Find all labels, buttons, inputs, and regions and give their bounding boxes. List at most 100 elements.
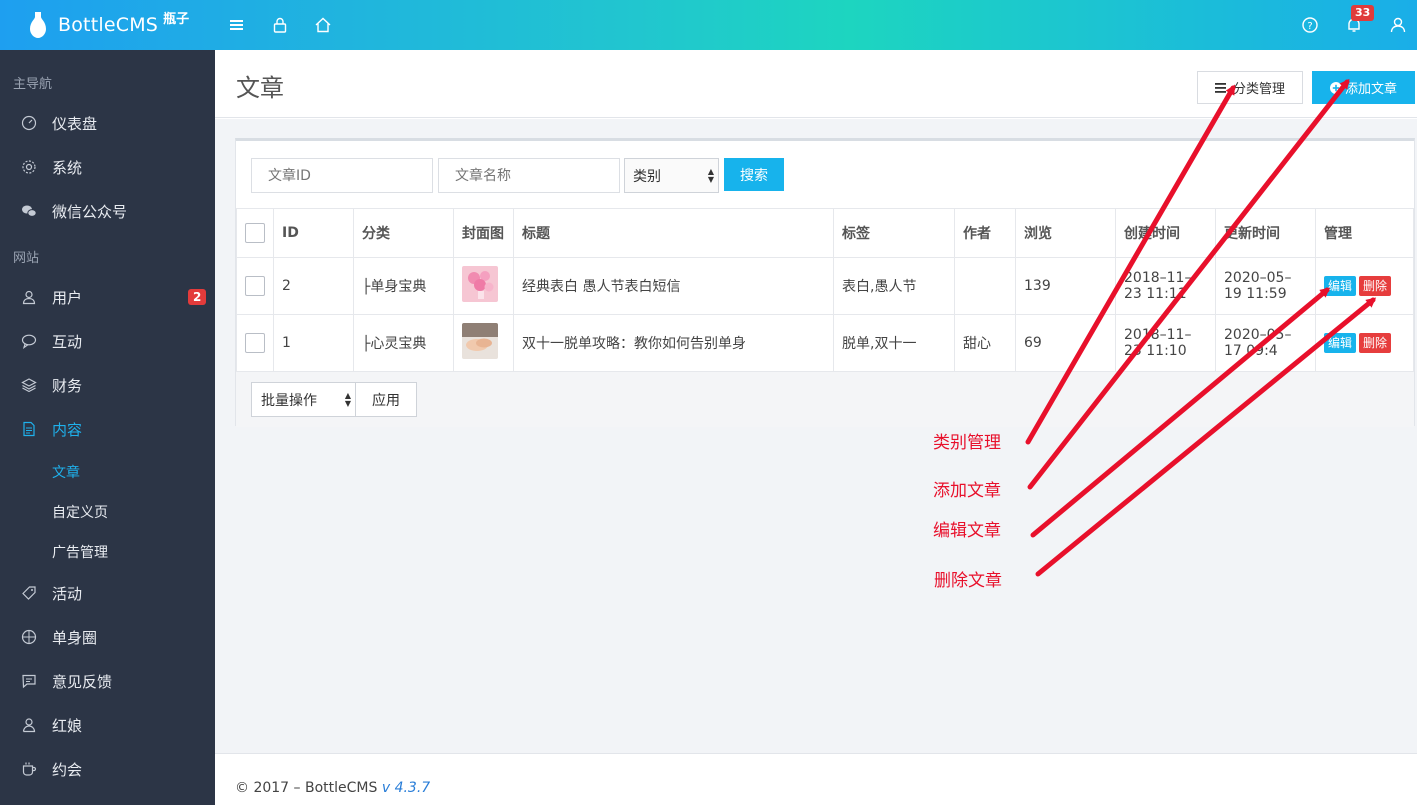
top-navbar: BottleCMS 瓶子 ? 33	[0, 0, 1417, 50]
row-checkbox[interactable]	[245, 333, 265, 353]
sidebar-item-system[interactable]: 系统	[0, 145, 215, 189]
header-title[interactable]: 标题	[513, 208, 834, 258]
sidebar-item-feedback[interactable]: 意见反馈	[0, 659, 215, 703]
header-manage: 管理	[1315, 208, 1414, 258]
cell-created: 2018–11–23 11:10	[1115, 314, 1216, 372]
sidebar-item-label: 用户	[52, 288, 83, 307]
page-footer: © 2017 – BottleCMS v 4.3.7	[215, 753, 1417, 805]
lock-icon[interactable]	[270, 15, 290, 35]
sidebar-item-dating[interactable]: 约会	[0, 747, 215, 791]
cell-id: 2	[273, 257, 354, 315]
add-article-label: 添加文章	[1344, 82, 1397, 97]
article-name-input[interactable]	[438, 158, 620, 193]
sidebar-item-label: 约会	[52, 760, 83, 779]
cell-manage: 编辑 删除	[1315, 314, 1414, 372]
cell-views: 69	[1015, 314, 1116, 372]
sidebar-subitem-articles[interactable]: 文章	[52, 462, 80, 482]
user-icon[interactable]	[1388, 15, 1408, 35]
home-icon[interactable]	[313, 15, 333, 35]
header-updated[interactable]: 更新时间	[1215, 208, 1316, 258]
select-arrows-icon: ▲ ▼	[707, 167, 714, 184]
sidebar-header-site: 网站	[13, 251, 40, 266]
cell-updated: 2020–05–17 09:4	[1215, 314, 1316, 372]
header-views[interactable]: 浏览	[1015, 208, 1116, 258]
add-article-button[interactable]: 添加文章	[1312, 71, 1415, 104]
svg-text:?: ?	[1307, 21, 1312, 32]
sidebar-item-label: 活动	[52, 584, 83, 603]
category-management-label: 分类管理	[1232, 82, 1285, 97]
tag-icon	[22, 586, 36, 600]
bottle-logo-icon	[30, 12, 46, 38]
circle-icon	[21, 629, 37, 645]
sidebar: 主导航 仪表盘 系统 微信公众号 网站 用户 2 互动 财务 内容 文章 自定义…	[0, 50, 215, 805]
header-cover: 封面图	[453, 208, 514, 258]
cover-image[interactable]	[462, 323, 498, 359]
search-button[interactable]: 搜索	[724, 158, 784, 191]
sidebar-item-dashboard[interactable]: 仪表盘	[0, 101, 215, 145]
sidebar-item-singles-circle[interactable]: 单身圈	[0, 615, 215, 659]
cell-category: ├单身宝典	[353, 257, 454, 315]
cell-title[interactable]: 双十一脱单攻略：教你如何告别单身	[513, 314, 834, 372]
batch-action-select[interactable]: 批量操作 ▲ ▼	[251, 382, 356, 417]
page-header: 文章 分类管理 添加文章	[215, 50, 1417, 118]
cell-category: ├心灵宝典	[353, 314, 454, 372]
edit-button[interactable]: 编辑	[1324, 276, 1357, 296]
select-arrows-icon: ▲ ▼	[344, 391, 351, 408]
delete-button[interactable]: 删除	[1359, 276, 1392, 296]
delete-button[interactable]: 删除	[1359, 333, 1392, 353]
brand-subtitle: 瓶子	[163, 11, 190, 27]
cell-id: 1	[273, 314, 354, 372]
user-icon	[22, 290, 36, 305]
sidebar-item-users[interactable]: 用户 2	[0, 275, 215, 319]
cell-manage: 编辑 删除	[1315, 257, 1414, 315]
sidebar-item-label: 红娘	[52, 716, 83, 735]
category-management-button[interactable]: 分类管理	[1197, 71, 1303, 104]
cover-image[interactable]	[462, 266, 498, 302]
annotation-add: 添加文章	[933, 481, 1001, 501]
cell-title[interactable]: 经典表白 愚人节表白短信	[513, 257, 834, 315]
table-header-row: ID 分类 封面图 标题 标签 作者 浏览 创建时间 更新时间 管理	[236, 208, 1414, 258]
sidebar-subitem-ads[interactable]: 广告管理	[52, 542, 108, 562]
sidebar-item-activity[interactable]: 活动	[0, 571, 215, 615]
sidebar-subitem-custom-pages[interactable]: 自定义页	[52, 502, 108, 522]
message-icon	[22, 674, 36, 689]
articles-card: 类别 ▲▼ 搜索 ID 分类 封面图 标题 标签 作者 浏览 创建时间 更新时间…	[235, 138, 1415, 427]
sidebar-item-matchmaker[interactable]: 红娘	[0, 703, 215, 747]
coffee-icon	[22, 762, 37, 776]
cell-author	[954, 257, 1016, 315]
sidebar-item-label: 财务	[52, 376, 83, 395]
wechat-icon	[22, 205, 37, 217]
select-all-checkbox[interactable]	[245, 223, 265, 243]
sidebar-item-label: 单身圈	[52, 628, 98, 647]
menu-icon[interactable]	[227, 15, 247, 35]
sidebar-item-interaction[interactable]: 互动	[0, 319, 215, 363]
edit-button[interactable]: 编辑	[1324, 333, 1357, 353]
sidebar-item-label: 意见反馈	[52, 672, 113, 691]
sidebar-item-content[interactable]: 内容	[0, 407, 215, 451]
cell-cover	[453, 257, 514, 315]
cell-tags: 脱单,双十一	[833, 314, 955, 372]
articles-table: ID 分类 封面图 标题 标签 作者 浏览 创建时间 更新时间 管理 2 ├单身…	[236, 208, 1414, 372]
cell-views: 139	[1015, 257, 1116, 315]
sidebar-item-label: 仪表盘	[52, 114, 98, 133]
apply-button[interactable]: 应用	[355, 382, 417, 417]
header-id[interactable]: ID	[273, 208, 354, 258]
cell-updated: 2020–05–19 11:59	[1215, 257, 1316, 315]
sidebar-item-wechat[interactable]: 微信公众号	[0, 189, 215, 233]
annotation-edit: 编辑文章	[933, 521, 1001, 541]
page-title: 文章	[236, 74, 284, 102]
annotation-delete: 删除文章	[934, 571, 1002, 591]
cell-created: 2018–11–23 11:11	[1115, 257, 1216, 315]
help-icon[interactable]: ?	[1300, 15, 1320, 35]
comment-icon	[21, 334, 37, 349]
document-icon	[23, 421, 35, 437]
header-created[interactable]: 创建时间	[1115, 208, 1216, 258]
footer-version[interactable]: v 4.3.7	[382, 780, 430, 796]
sidebar-item-finance[interactable]: 财务	[0, 363, 215, 407]
brand[interactable]: BottleCMS 瓶子	[28, 0, 189, 50]
article-id-input[interactable]	[251, 158, 433, 193]
header-category[interactable]: 分类	[353, 208, 454, 258]
row-checkbox[interactable]	[245, 276, 265, 296]
sidebar-header-main: 主导航	[13, 77, 53, 92]
category-select[interactable]: 类别 ▲ ▼	[624, 158, 719, 193]
